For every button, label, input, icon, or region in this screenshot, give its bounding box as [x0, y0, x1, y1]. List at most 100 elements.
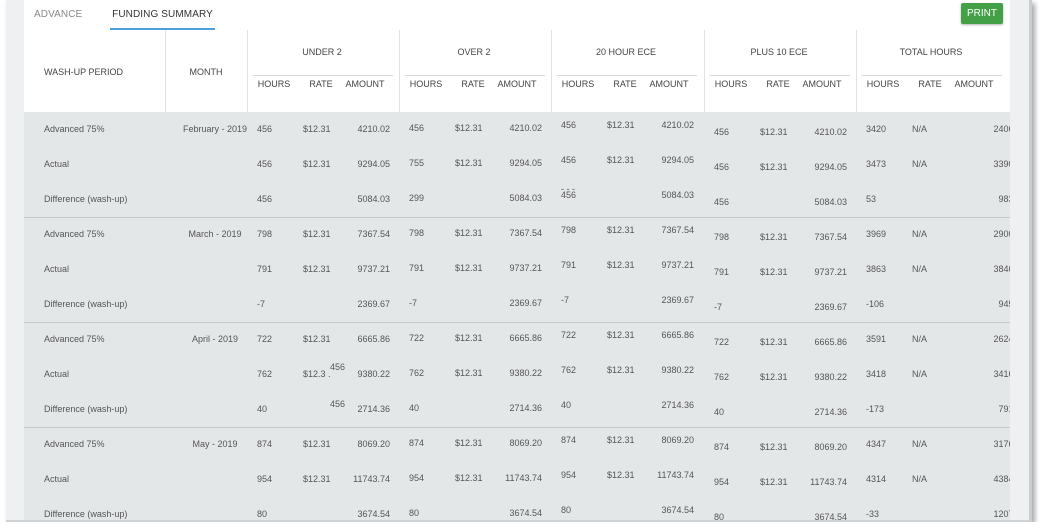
- amount-cell: 9737.21: [661, 260, 694, 270]
- hours-cell: 40: [714, 407, 725, 417]
- hours-cell: 80: [561, 505, 572, 515]
- header-hours: HOURS: [257, 79, 291, 89]
- amount-cell: 6665.86: [357, 334, 390, 344]
- header-rate: RATE: [766, 79, 790, 89]
- amount-cell: 4210.02: [509, 123, 542, 133]
- amount-cell: 5084.03: [814, 197, 847, 207]
- amount-cell: 4210.02: [661, 120, 694, 130]
- stray-overlap-value: 456: [330, 362, 346, 372]
- header-group-underline: [253, 75, 393, 76]
- amount-cell: 2714.36: [509, 403, 542, 413]
- hours-cell: 456: [714, 197, 730, 207]
- row-label: Advanced 75%: [44, 334, 105, 344]
- hours-cell: -7: [257, 299, 266, 309]
- rate-cell: N/A: [912, 474, 928, 484]
- hours-cell: -7: [561, 295, 570, 305]
- amount-cell: 9294.05: [357, 159, 390, 169]
- amount-cell: 2714.36: [661, 400, 694, 410]
- amount-cell: 11743.74: [505, 473, 542, 483]
- amount-cell: 9380.22: [814, 372, 847, 382]
- amount-cell: 9737.21: [814, 267, 847, 277]
- amount-cell: 8069.20: [357, 439, 390, 449]
- amount-cell: 26244.07: [993, 334, 1010, 344]
- hours-cell: -106: [866, 299, 885, 309]
- amount-cell: 11743.74: [353, 474, 390, 484]
- period-divider: [24, 217, 1010, 218]
- amount-cell: 9737.21: [509, 263, 542, 273]
- row-label: Actual: [44, 159, 70, 169]
- amount-cell: 7367.54: [509, 228, 542, 238]
- print-button[interactable]: PRINT: [961, 3, 1003, 24]
- rate-cell: N/A: [912, 159, 928, 169]
- amount-cell: 7367.54: [357, 229, 390, 239]
- amount-cell: 6665.86: [814, 337, 847, 347]
- table-header: WASH-UP PERIOD MONTH UNDER 2 HOURS RATE AMOUN…: [24, 30, 1010, 112]
- month-cell: March - 2019: [188, 229, 242, 239]
- tab-bar: ADVANCE DAYS FUNDING SUMMARY PRINT: [24, 0, 1010, 50]
- amount-cell: 8069.20: [661, 435, 694, 445]
- tab-funding-summary[interactable]: FUNDING SUMMARY: [110, 0, 215, 30]
- header-group-underline: [710, 75, 850, 76]
- amount-cell: 34163.58: [993, 369, 1010, 379]
- row-label: Advanced 75%: [44, 124, 105, 134]
- amount-cell: 6665.86: [661, 330, 694, 340]
- header-column-divider: [551, 30, 552, 112]
- header-hours: HOURS: [714, 79, 748, 89]
- header-hours: HOURS: [866, 79, 900, 89]
- header-column-divider: [856, 30, 857, 112]
- amount-cell: 8069.20: [509, 438, 542, 448]
- hours-cell: 299: [409, 193, 425, 203]
- amount-cell: 4210.02: [814, 127, 847, 137]
- row-label: Actual: [44, 474, 70, 484]
- month-cell: February - 2019: [182, 124, 248, 134]
- header-amount: AMOUNT: [649, 79, 689, 89]
- amount-cell: 31769.15: [993, 439, 1010, 449]
- tab-advance-days[interactable]: ADVANCE DAYS: [34, 0, 104, 50]
- row-label: Difference (wash-up): [44, 509, 128, 519]
- amount-cell: 11743.74: [657, 470, 694, 480]
- app-frame: ADVANCE DAYS FUNDING SUMMARY PRINT WASH-…: [6, 0, 1032, 522]
- amount-cell: 2369.67: [814, 302, 847, 312]
- header-group-2: 20 HOUR ECE: [595, 47, 657, 57]
- header-month: MONTH: [189, 67, 223, 77]
- amount-cell: 9836.18: [998, 194, 1010, 204]
- amount-cell: 11743.74: [810, 477, 847, 487]
- header-group-4: TOTAL HOURS: [899, 47, 963, 57]
- amount-cell: 38462.33: [993, 264, 1010, 274]
- amount-cell: 9737.21: [357, 264, 390, 274]
- period-divider: [24, 322, 1010, 323]
- header-rate: RATE: [309, 79, 333, 89]
- hours-cell: 80: [257, 509, 268, 519]
- header-rate: RATE: [918, 79, 942, 89]
- amount-cell: 9380.22: [509, 368, 542, 378]
- row-label: Actual: [44, 369, 70, 379]
- amount-cell: 7367.54: [661, 225, 694, 235]
- amount-cell: 2369.67: [661, 295, 694, 305]
- rate-cell: N/A: [912, 229, 928, 239]
- amount-cell: 24068.25: [993, 124, 1010, 134]
- amount-cell: 2714.36: [814, 407, 847, 417]
- header-amount: AMOUNT: [497, 79, 537, 89]
- amount-cell: 3674.54: [357, 509, 390, 519]
- header-column-divider: [704, 30, 705, 112]
- amount-cell: 12072.19: [993, 509, 1010, 519]
- table-body: February - 2019 Advanced 75% 456 $12.31 4210…: [24, 112, 1010, 522]
- row-label: Actual: [44, 264, 70, 274]
- hours-cell: -33: [866, 509, 880, 519]
- amount-cell: 5084.03: [357, 194, 390, 204]
- header-group-0: UNDER 2: [302, 47, 342, 57]
- header-column-divider: [399, 30, 400, 112]
- row-label: Advanced 75%: [44, 439, 105, 449]
- amount-cell: 33904.43: [993, 159, 1010, 169]
- header-amount: AMOUNT: [954, 79, 994, 89]
- hours-cell: 80: [714, 512, 725, 522]
- row-label: Difference (wash-up): [44, 299, 128, 309]
- hours-cell: 456: [257, 194, 273, 204]
- rate-cell: N/A: [912, 334, 928, 344]
- header-rate: RATE: [461, 79, 485, 89]
- amount-cell: 2369.67: [357, 299, 390, 309]
- month-cell: May - 2019: [192, 439, 238, 449]
- month-cell: April - 2019: [191, 334, 239, 344]
- rate-cell: N/A: [912, 439, 928, 449]
- amount-cell: 9294.05: [509, 158, 542, 168]
